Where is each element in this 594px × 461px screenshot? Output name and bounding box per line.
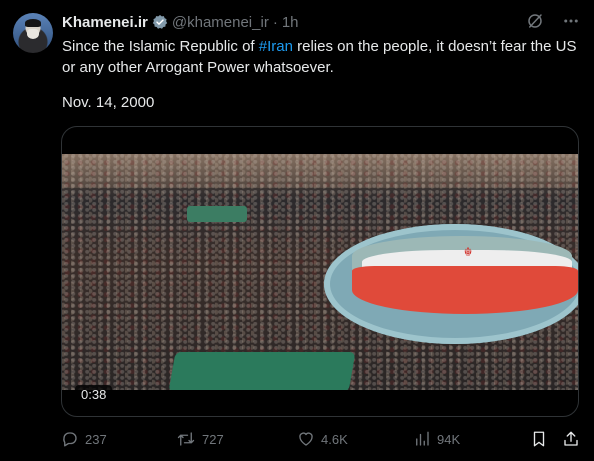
flag-emblem-icon: ☬	[463, 245, 473, 259]
bookmark-button[interactable]	[530, 428, 548, 450]
separator-dot: ·	[272, 13, 278, 31]
avatar-turban	[25, 19, 41, 27]
reply-button[interactable]: 237	[61, 428, 107, 450]
tweet-top-icons	[526, 12, 580, 30]
verified-badge-icon	[152, 14, 168, 30]
video-player[interactable]: ☬ 0:38	[61, 126, 579, 417]
reply-count: 237	[85, 431, 107, 447]
hashtag-link[interactable]: #Iran	[259, 38, 293, 55]
grok-icon[interactable]	[526, 12, 544, 30]
repost-icon	[176, 430, 196, 448]
views-icon	[413, 430, 431, 448]
repost-count: 727	[202, 431, 224, 447]
tweet-actions: 237 727 4.6K 94K	[61, 428, 583, 450]
avatar-beard	[27, 29, 39, 39]
tweet-text: Since the Islamic Republic of #Iran reli…	[62, 36, 582, 78]
tweet-time[interactable]: 1h	[282, 14, 299, 31]
flag-red-stripe	[352, 266, 578, 314]
like-button[interactable]: 4.6K	[297, 428, 348, 450]
repost-button[interactable]: 727	[176, 428, 224, 450]
video-bus	[168, 352, 356, 390]
more-icon[interactable]	[562, 12, 580, 30]
tweet-text-part: Since the Islamic Republic of	[62, 38, 259, 55]
share-button[interactable]	[562, 428, 580, 450]
avatar[interactable]	[13, 13, 53, 53]
video-frame[interactable]: ☬	[62, 154, 578, 390]
share-icon	[562, 430, 580, 448]
author-handle[interactable]: @khamenei_ir	[172, 14, 269, 31]
bookmark-icon	[530, 430, 548, 448]
views-count: 94K	[437, 431, 461, 447]
heart-icon	[297, 430, 315, 448]
reply-icon	[61, 430, 79, 448]
video-truck	[187, 206, 247, 222]
video-duration: 0:38	[75, 385, 113, 404]
author-name[interactable]: Khamenei.ir	[62, 14, 148, 31]
tweet-date-line: Nov. 14, 2000	[62, 94, 155, 111]
views-button[interactable]: 94K	[413, 428, 460, 450]
like-count: 4.6K	[321, 431, 348, 447]
tweet-header: Khamenei.ir @khamenei_ir · 1h	[62, 12, 299, 32]
